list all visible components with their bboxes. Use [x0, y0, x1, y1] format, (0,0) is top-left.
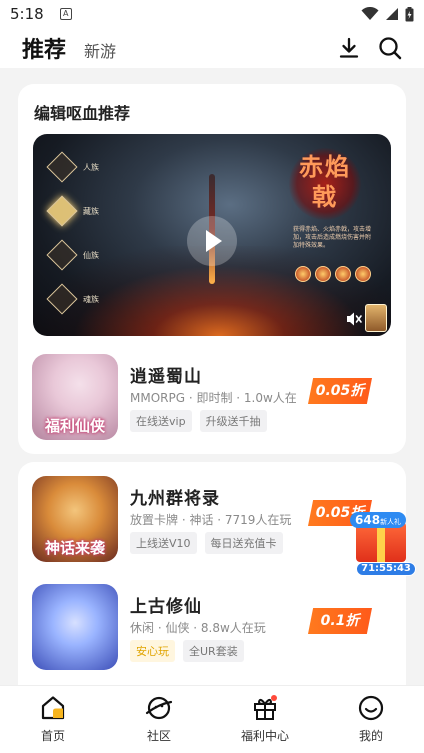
featured-video[interactable]: 人族 藏族 仙族 魂族 赤焰戟 获得赤焰、火焰赤戟，攻击增加，攻击后造成燃烧伤害…	[33, 134, 391, 336]
gift-box-icon	[356, 522, 406, 562]
game-name: 逍遥蜀山	[130, 367, 202, 387]
video-menu-item: 藏族	[46, 195, 99, 227]
video-emblem-text: 赤焰戟	[299, 152, 351, 211]
smile-icon	[358, 695, 384, 721]
video-description: 获得赤焰、火焰赤戟，攻击增加，攻击后造成燃烧伤害并附加特殊效果。	[293, 226, 372, 249]
game-tag: 每日送充值卡	[204, 532, 283, 554]
nav-label: 福利中心	[240, 729, 289, 743]
game-list-card: 神话来袭 九州群将录 放置卡牌 · 神话 · 7719人在玩 上线送V10 每日…	[18, 462, 406, 702]
promo-bubble: 648新人礼	[350, 512, 407, 528]
promo-timer: 71:55:43	[356, 562, 416, 576]
nav-label: 首页	[40, 729, 65, 743]
game-row[interactable]: 上古修仙 休闲 · 仙侠 · 8.8w人在玩 安心玩 全UR套装 0.1折	[32, 584, 392, 674]
game-name: 上古修仙	[130, 597, 202, 617]
game-name: 九州群将录	[130, 489, 220, 509]
game-icon[interactable]: 福利仙侠	[32, 354, 118, 440]
section-title: 编辑呕血推荐	[34, 104, 131, 123]
tab-recommend[interactable]: 推荐	[22, 32, 66, 64]
mute-icon[interactable]	[345, 310, 363, 328]
game-tag: 在线送vip	[130, 410, 192, 432]
signal-icon	[386, 8, 398, 20]
skill-icon	[295, 266, 311, 282]
nav-welfare[interactable]: 福利中心	[212, 686, 318, 753]
header-actions	[338, 36, 402, 60]
home-icon	[41, 696, 65, 720]
game-tag: 安心玩	[130, 640, 175, 662]
status-indicators	[361, 6, 414, 22]
video-menu-label: 人族	[83, 162, 99, 172]
video-menu-item: 魂族	[46, 283, 99, 315]
status-bar: 5:18 A	[0, 0, 424, 28]
skill-icon	[315, 266, 331, 282]
diamond-icon	[46, 195, 78, 227]
nav-community[interactable]: 社区	[106, 686, 212, 753]
game-icon-text: 神话来袭	[44, 539, 105, 557]
gift-icon	[254, 695, 277, 720]
game-tag: 上线送V10	[130, 532, 197, 554]
tab-new-games[interactable]: 新游	[84, 38, 116, 62]
diamond-icon	[46, 283, 78, 315]
video-menu-label: 藏族	[83, 206, 99, 216]
diamond-icon	[46, 151, 78, 183]
editor-recommend-card: 编辑呕血推荐 人族 藏族 仙族 魂族 赤焰戟 获得赤焰、火焰赤戟，攻击增加，攻击…	[18, 84, 406, 454]
game-tags: 上线送V10 每日送充值卡	[130, 532, 283, 554]
game-meta: MMORPG · 即时制 · 1.0w人在	[130, 391, 297, 405]
nav-label: 社区	[146, 729, 171, 743]
game-icon[interactable]	[32, 584, 118, 670]
notification-badge-icon: A	[59, 8, 72, 20]
status-time: 5:18	[10, 5, 44, 23]
video-skill-icons	[295, 266, 371, 282]
skill-icon	[355, 266, 371, 282]
game-meta: 放置卡牌 · 神话 · 7719人在玩	[130, 513, 292, 527]
planet-icon	[145, 696, 173, 720]
top-header: 推荐 新游	[0, 28, 424, 68]
wifi-icon	[361, 7, 379, 20]
battery-icon	[405, 6, 414, 21]
video-menu-item: 人族	[46, 151, 99, 183]
floating-gift-promo[interactable]: 648新人礼 71:55:43	[344, 510, 420, 576]
nav-label: 我的	[358, 729, 383, 743]
game-icon-text: 福利仙侠	[44, 417, 105, 435]
nav-profile[interactable]: 我的	[318, 686, 424, 753]
diamond-icon	[46, 239, 78, 271]
discount-badge[interactable]: 0.05折	[308, 378, 372, 404]
video-menu-label: 魂族	[83, 294, 99, 304]
promo-count: 648	[355, 513, 381, 527]
discount-badge[interactable]: 0.1折	[308, 608, 372, 634]
download-icon[interactable]	[338, 37, 360, 59]
video-menu-label: 仙族	[83, 250, 99, 260]
promo-label: 新人礼	[380, 518, 402, 526]
game-tag: 全UR套装	[183, 640, 244, 662]
game-tag: 升级送千抽	[199, 410, 267, 432]
game-meta: 休闲 · 仙侠 · 8.8w人在玩	[130, 621, 266, 635]
search-icon[interactable]	[378, 36, 402, 60]
nav-home[interactable]: 首页	[0, 686, 106, 753]
play-button[interactable]	[187, 216, 237, 266]
game-row[interactable]: 福利仙侠 逍遥蜀山 MMORPG · 即时制 · 1.0w人在 在线送vip 升…	[32, 354, 392, 444]
video-thumbnail[interactable]	[365, 304, 387, 332]
video-menu-item: 仙族	[46, 239, 99, 271]
game-tags: 在线送vip 升级送千抽	[130, 410, 267, 432]
game-row[interactable]: 神话来袭 九州群将录 放置卡牌 · 神话 · 7719人在玩 上线送V10 每日…	[32, 476, 392, 566]
game-icon[interactable]: 神话来袭	[32, 476, 118, 562]
bottom-nav: 首页 社区 福利中心 我的	[0, 685, 424, 753]
game-tags: 安心玩 全UR套装	[130, 640, 244, 662]
skill-icon	[335, 266, 351, 282]
